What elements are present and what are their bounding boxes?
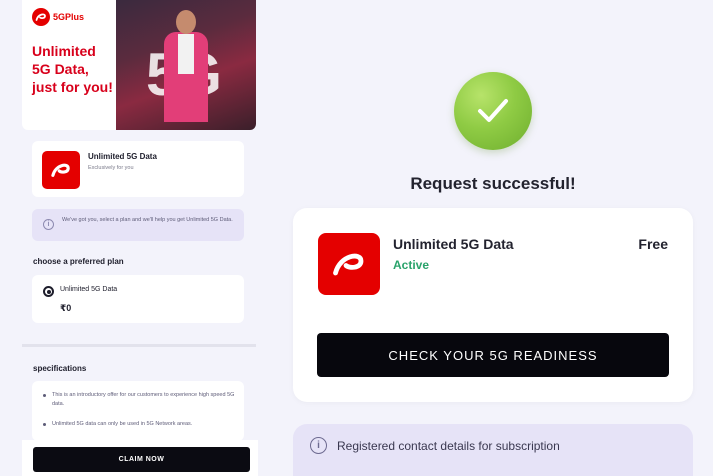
claim-bar: CLAIM NOW <box>22 440 258 476</box>
subscription-plan-title: Unlimited 5G Data <box>393 236 514 252</box>
plan-radio-selected[interactable] <box>43 286 54 297</box>
subscription-price: Free <box>638 236 668 252</box>
banner-person-image <box>164 10 208 122</box>
info-note-text: We've got you, select a plan and we'll h… <box>62 217 233 223</box>
subscription-card: Unlimited 5G Data Active Free CHECK YOUR… <box>293 208 693 402</box>
contact-details-note[interactable]: i Registered contact details for subscri… <box>293 424 693 476</box>
check-5g-readiness-button[interactable]: CHECK YOUR 5G READINESS <box>317 333 669 377</box>
info-note: i We've got you, select a plan and we'll… <box>32 209 244 241</box>
subscription-status-badge: Active <box>393 258 430 272</box>
offer-panel: 5GPlus Unlimited 5G Data, just for you! … <box>22 0 258 476</box>
info-icon: i <box>310 437 327 454</box>
airtel-logo-icon <box>318 233 380 295</box>
plan-option[interactable]: Unlimited 5G Data ₹0 <box>32 275 244 323</box>
specifications-card: This is an introductory offer for our cu… <box>32 381 244 441</box>
airtel-logo-icon <box>32 8 50 26</box>
info-icon: i <box>43 219 54 230</box>
section-divider <box>22 344 256 347</box>
airtel-logo-icon <box>42 151 80 189</box>
specifications-list: This is an introductory offer for our cu… <box>42 391 238 440</box>
list-item: This is an introductory offer for our cu… <box>42 391 238 409</box>
plan-option-price: ₹0 <box>60 303 72 313</box>
plan-summary-card: Unlimited 5G Data Exclusively for you <box>32 141 244 197</box>
success-title: Request successful! <box>410 174 576 193</box>
choose-plan-heading: choose a preferred plan <box>33 257 124 266</box>
plan-option-label: Unlimited 5G Data <box>60 286 118 293</box>
claim-now-button[interactable]: CLAIM NOW <box>33 447 250 472</box>
plan-subtitle: Exclusively for you <box>88 165 134 171</box>
promo-banner[interactable]: 5GPlus Unlimited 5G Data, just for you! … <box>22 0 256 130</box>
brand-logo: 5GPlus <box>32 8 84 26</box>
contact-details-text: Registered contact details for subscript… <box>337 439 560 453</box>
banner-image: 5G <box>116 0 256 130</box>
success-check-icon <box>454 72 532 150</box>
specifications-heading: specifications <box>33 364 87 373</box>
brand-name: 5GPlus <box>53 12 85 22</box>
plan-title: Unlimited 5G Data <box>88 152 157 161</box>
list-item: Unlimited 5G data can only be used in 5G… <box>42 420 238 429</box>
